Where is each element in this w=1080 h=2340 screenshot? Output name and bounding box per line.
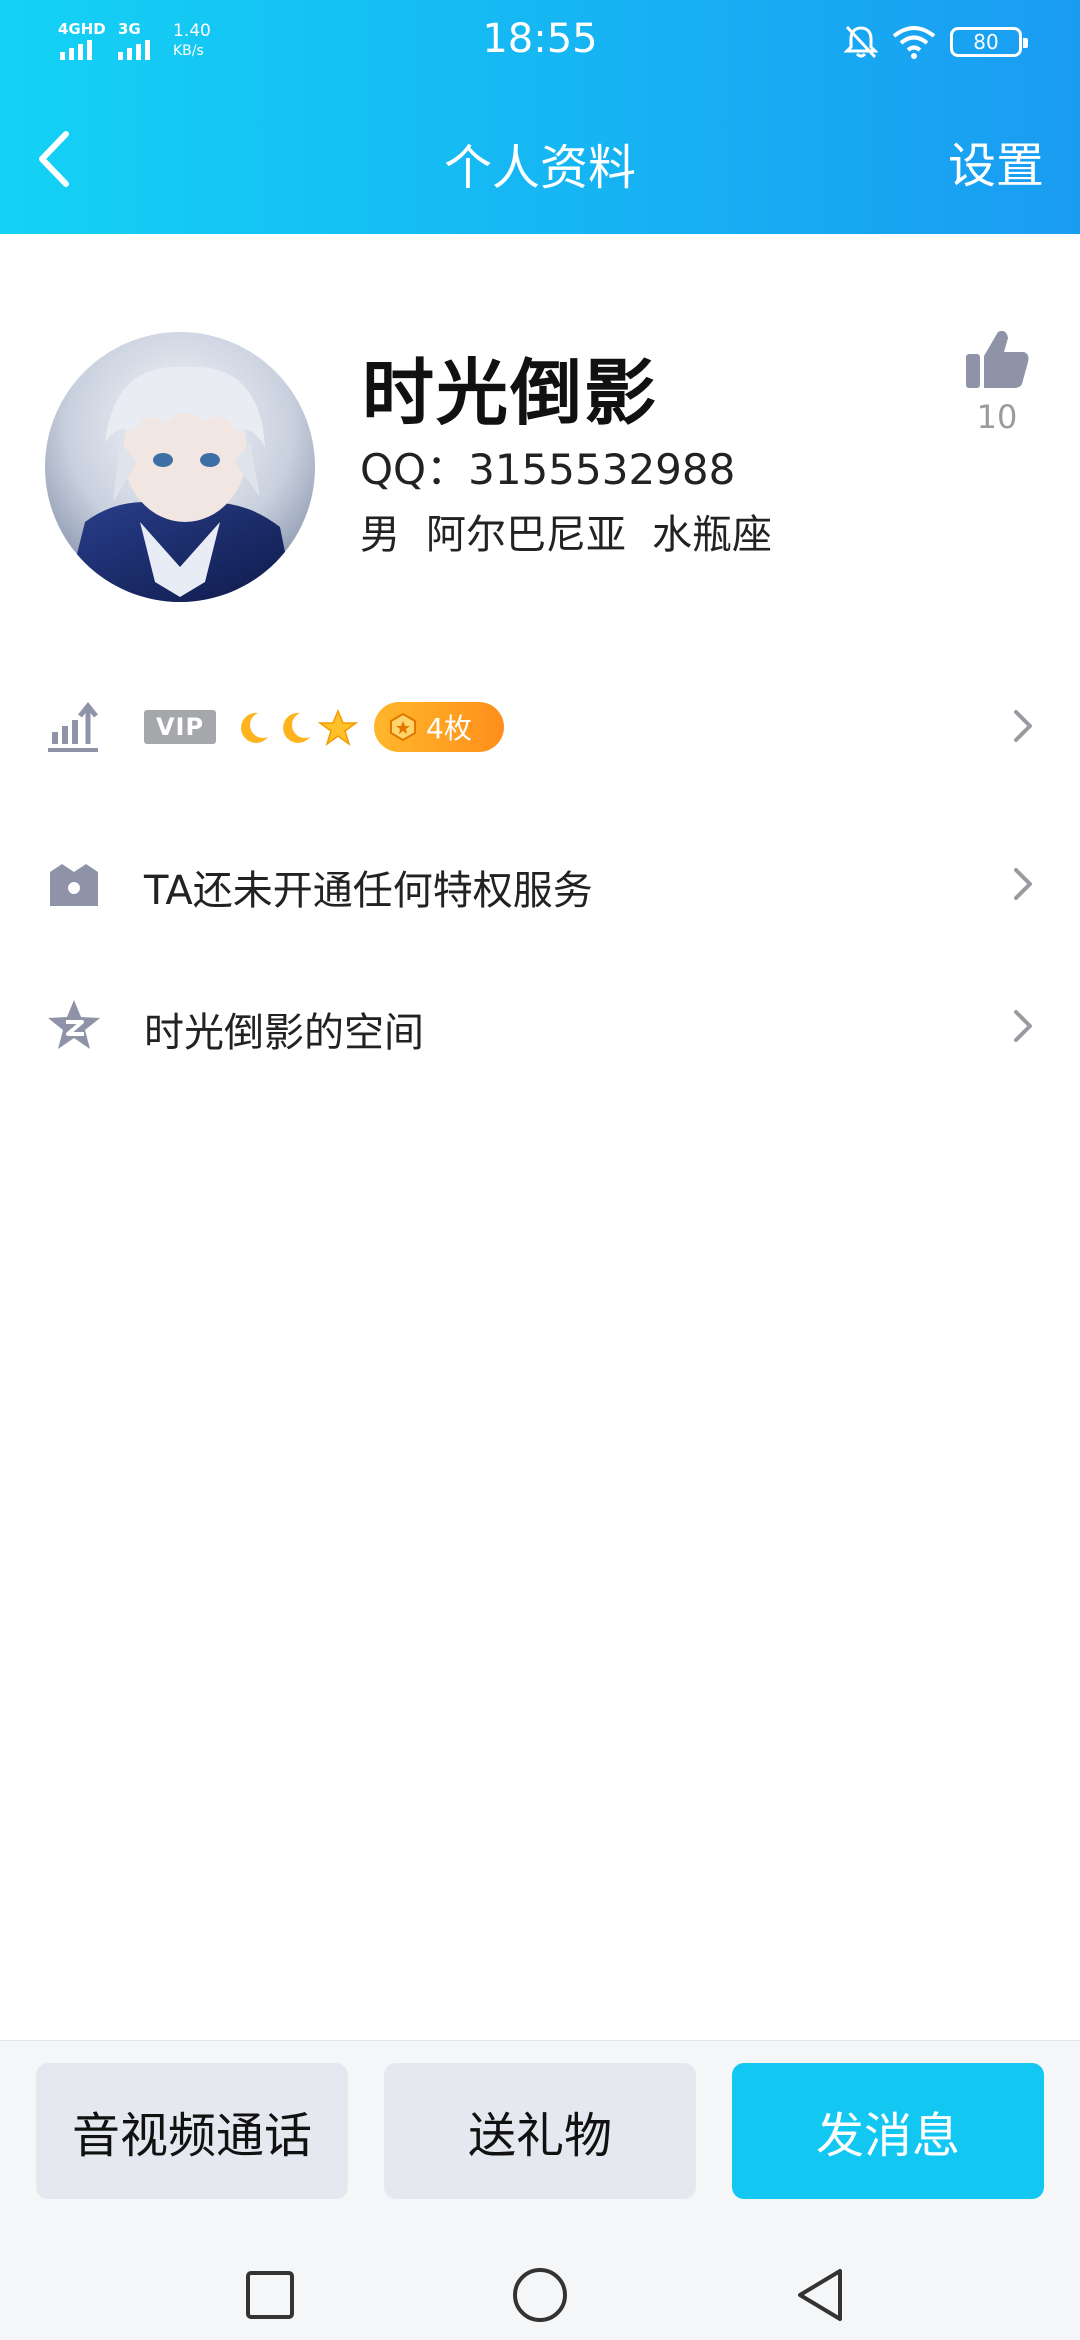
space-text: 时光倒影的空间 (144, 1010, 424, 1056)
back-button[interactable] (28, 124, 88, 194)
star-icon (318, 709, 358, 746)
vip-badge: VIP (144, 710, 216, 744)
gender-label: 男 (360, 512, 400, 558)
send-gift-button[interactable]: 送礼物 (384, 2063, 696, 2199)
level-icons (234, 708, 358, 748)
like-button[interactable]: 10 (952, 326, 1042, 446)
send-message-button[interactable]: 发消息 (732, 2063, 1044, 2199)
nav-bar: 个人资料 设置 (0, 100, 1080, 220)
qzone-star-icon (48, 1000, 100, 1049)
profile-info: 男 阿尔巴尼亚 水瓶座 (360, 502, 772, 560)
crown-icon (50, 864, 98, 906)
medal-count: 4枚 (426, 712, 472, 745)
like-count: 10 (976, 398, 1018, 436)
avatar[interactable] (45, 332, 315, 602)
privilege-text: TA还未开通任何特权服务 (144, 868, 593, 914)
status-icons: 80 (844, 20, 1028, 64)
privilege-row[interactable]: TA还未开通任何特权服务 (0, 820, 1080, 940)
recent-apps-icon[interactable] (240, 2265, 300, 2325)
wifi-icon (892, 26, 936, 59)
mute-bell-icon (844, 25, 878, 59)
video-call-button[interactable]: 音视频通话 (36, 2063, 348, 2199)
chevron-left-icon (39, 131, 69, 187)
status-bar: 4GHD 3G 1.40 KB/s 18:55 80 (0, 0, 1080, 84)
space-row[interactable]: 时光倒影的空间 (0, 962, 1080, 1082)
medal-badge[interactable]: 4枚 (374, 702, 504, 752)
moon-icon (283, 712, 310, 743)
battery-icon: 80 (950, 27, 1028, 57)
zodiac-label: 水瓶座 (652, 512, 772, 558)
chevron-right-icon (1014, 710, 1032, 742)
page-title: 个人资料 (443, 140, 636, 196)
medal-icon (390, 712, 416, 742)
avatar-image (45, 332, 315, 602)
system-nav-bar (0, 2241, 1080, 2340)
thumbs-up-icon (966, 330, 1029, 388)
chevron-right-icon (1014, 868, 1032, 900)
moon-icon (241, 712, 268, 743)
profile-card: 时光倒影 QQ：3155532988 男 阿尔巴尼亚 水瓶座 10 (0, 234, 1080, 634)
qq-number: QQ：3155532988 (360, 445, 736, 494)
chevron-right-icon (1014, 1010, 1032, 1042)
level-row[interactable]: VIP 4枚 (0, 662, 1080, 782)
header: 4GHD 3G 1.40 KB/s 18:55 80 个人资料 设置 (0, 0, 1080, 234)
region-label: 阿尔巴尼亚 (426, 512, 626, 558)
nickname: 时光倒影 (362, 351, 659, 435)
level-up-icon (48, 701, 98, 752)
home-icon[interactable] (510, 2265, 570, 2325)
settings-button[interactable]: 设置 (948, 126, 1044, 196)
system-back-icon[interactable] (792, 2265, 852, 2325)
bottom-action-bar: 音视频通话 送礼物 发消息 (0, 2040, 1080, 2340)
